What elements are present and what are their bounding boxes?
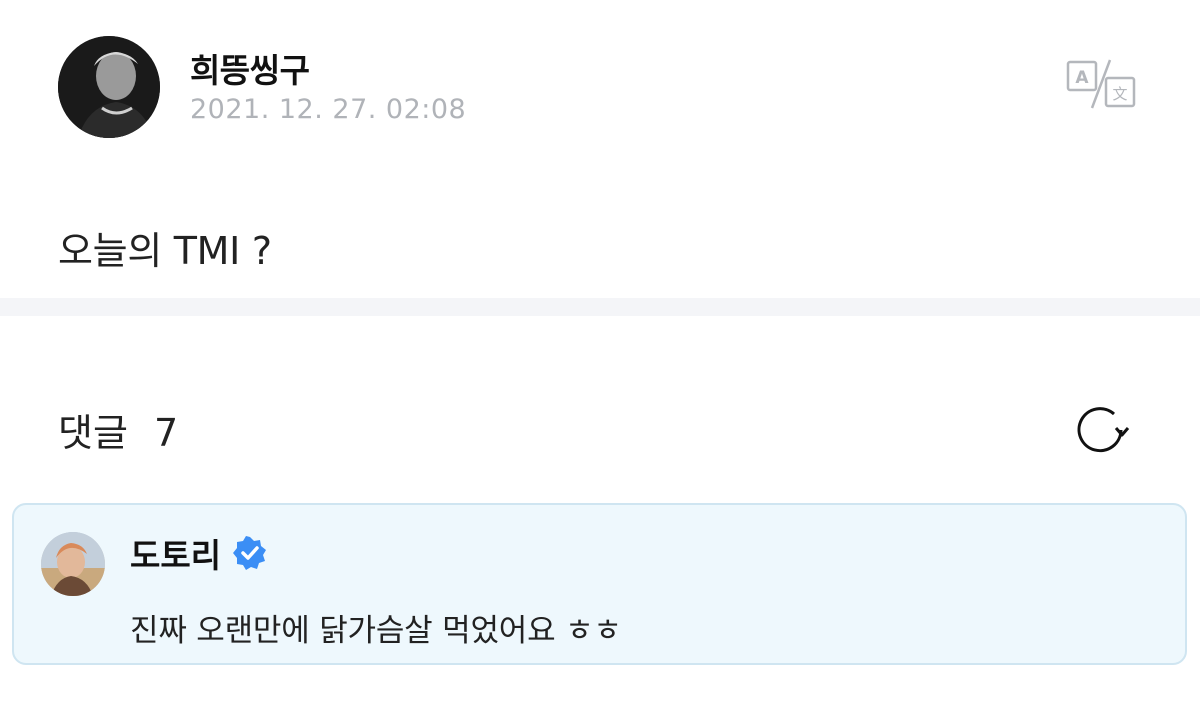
commenter-name[interactable]: 도토리	[130, 529, 221, 577]
author-name[interactable]: 희뜽씽구	[190, 44, 310, 92]
comments-count: 7	[154, 411, 179, 455]
post-page: 희뜽씽구 2021. 12. 27. 02:08 A 文 오늘의 TMI ? 댓…	[0, 0, 1200, 705]
highlighted-comment[interactable]: 도토리 진짜 오랜만에 닭가슴살 먹었어요 ㅎㅎ	[12, 503, 1187, 665]
comments-label: 댓글	[58, 411, 128, 455]
post-header: 희뜽씽구 2021. 12. 27. 02:08 A 文	[58, 36, 1158, 140]
svg-text:A: A	[1075, 68, 1089, 88]
commenter-row: 도토리	[130, 533, 267, 575]
translate-icon[interactable]: A 文	[1066, 58, 1138, 110]
section-divider	[0, 298, 1200, 316]
post-body: 오늘의 TMI ?	[58, 229, 272, 273]
comment-text: 진짜 오랜만에 닭가슴살 먹었어요 ㅎㅎ	[130, 613, 622, 649]
post-date: 2021. 12. 27. 02:08	[190, 94, 467, 125]
refresh-icon[interactable]	[1072, 402, 1130, 458]
author-avatar[interactable]	[58, 36, 160, 138]
comments-header: 댓글 7	[58, 402, 178, 457]
svg-text:文: 文	[1112, 85, 1127, 103]
commenter-avatar[interactable]	[41, 532, 105, 596]
verified-badge-icon	[233, 536, 267, 570]
